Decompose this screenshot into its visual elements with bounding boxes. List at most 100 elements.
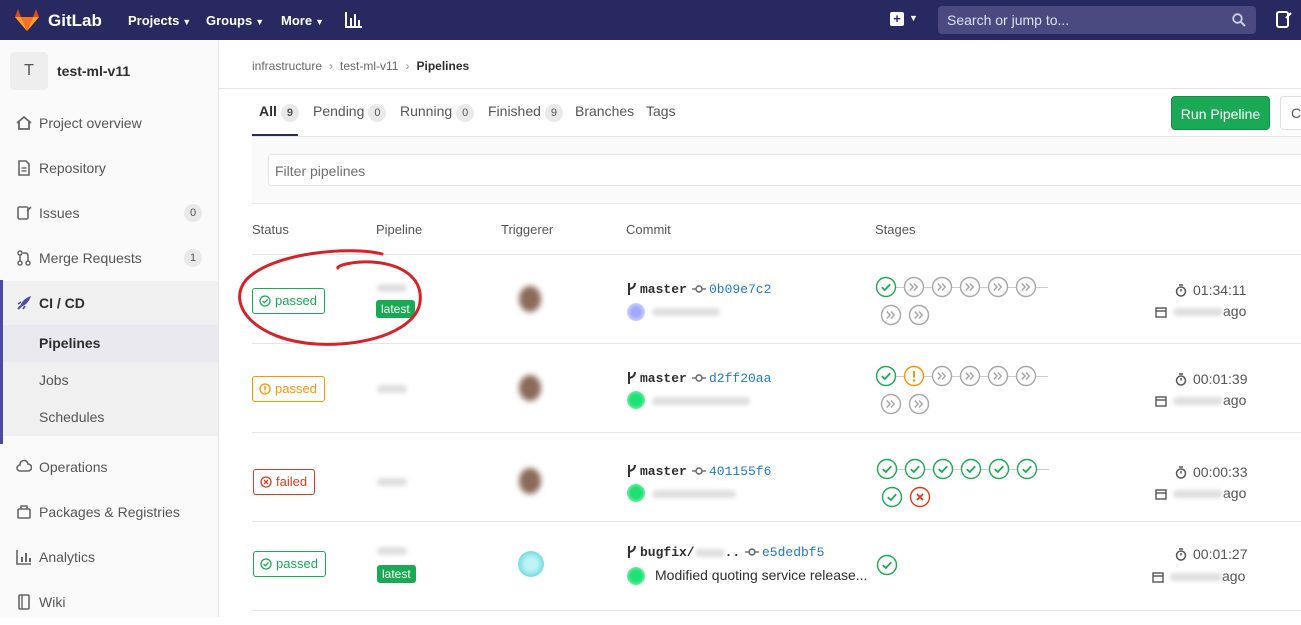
chevron-down-icon[interactable]: ▼ xyxy=(909,13,918,23)
stage-success-icon[interactable] xyxy=(1016,458,1038,480)
tab-count-badge: 0 xyxy=(456,104,475,122)
sidebar-subitem-pipelines[interactable]: Pipelines xyxy=(0,325,218,362)
stage-skipped-icon[interactable] xyxy=(908,304,930,326)
stage-success-icon[interactable] xyxy=(876,554,898,576)
sidebar-item-analytics[interactable]: Analytics xyxy=(0,535,218,580)
stage-skipped-icon[interactable] xyxy=(959,276,981,298)
breadcrumb-project[interactable]: test-ml-v11 xyxy=(340,59,398,73)
stage-success-icon[interactable] xyxy=(960,458,982,480)
commit-sha-link[interactable]: d2ff20aa xyxy=(709,371,771,386)
breadcrumb-group[interactable]: infrastructure xyxy=(252,59,322,73)
stage-skipped-icon[interactable] xyxy=(931,365,953,387)
stage-skipped-icon[interactable] xyxy=(987,276,1009,298)
stage-skipped-icon[interactable] xyxy=(908,393,930,415)
search-box[interactable] xyxy=(938,6,1256,34)
sidebar-item-wiki[interactable]: Wiki xyxy=(0,580,218,625)
stage-success-icon[interactable] xyxy=(875,365,897,387)
status-badge[interactable]: passed xyxy=(252,288,325,314)
project-avatar[interactable]: T xyxy=(10,52,48,90)
stage-success-icon[interactable] xyxy=(876,458,898,480)
project-name[interactable]: test-ml-v11 xyxy=(57,63,130,79)
nav-projects-dropdown[interactable]: Projects ▼ xyxy=(128,13,191,28)
finished-time-redacted xyxy=(1173,308,1223,317)
finished-ago-text: ago xyxy=(1223,303,1247,319)
sidebar-subitem-schedules[interactable]: Schedules xyxy=(0,399,218,436)
branch-icon xyxy=(628,545,636,558)
filter-pipelines-input[interactable] xyxy=(269,155,1301,187)
finished-ago-text: ago xyxy=(1223,485,1247,501)
commit-sha-link[interactable]: 401155f6 xyxy=(709,464,771,479)
tab-finished[interactable]: Finished 9 xyxy=(488,103,563,122)
sidebar-item-project-overview[interactable]: Project overview xyxy=(0,101,218,146)
gitlab-brand[interactable]: GitLab xyxy=(48,11,102,31)
tab-all[interactable]: All 9 xyxy=(259,103,299,122)
commit-title-link[interactable]: Modified quoting service release... xyxy=(655,567,867,583)
stage-skipped-icon[interactable] xyxy=(931,276,953,298)
status-badge[interactable]: passed xyxy=(253,551,326,577)
new-item-plus-icon[interactable]: + xyxy=(890,12,904,26)
sidebar-subitem-jobs[interactable]: Jobs xyxy=(0,362,218,399)
column-header-status: Status xyxy=(252,222,289,237)
commit-sha-link[interactable]: 0b09e7c2 xyxy=(709,282,771,297)
stage-failed-icon[interactable] xyxy=(909,486,931,508)
stage-skipped-icon[interactable] xyxy=(1015,365,1037,387)
clear-runner-caches-button[interactable]: Cl xyxy=(1280,96,1301,130)
triggerer-avatar[interactable] xyxy=(518,551,544,577)
triggerer-avatar[interactable] xyxy=(519,375,541,401)
sidebar-item-label: Packages & Registries xyxy=(39,504,180,520)
stage-skipped-icon[interactable] xyxy=(880,393,902,415)
divider xyxy=(252,432,1301,433)
sidebar-item-repository[interactable]: Repository xyxy=(0,146,218,191)
commit-author-avatar[interactable] xyxy=(627,484,645,502)
column-header-pipeline: Pipeline xyxy=(376,222,423,237)
sidebar-item-issues[interactable]: Issues 0 xyxy=(0,191,218,236)
nav-more-dropdown[interactable]: More ▼ xyxy=(281,13,324,28)
stage-skipped-icon[interactable] xyxy=(880,304,902,326)
stage-success-icon[interactable] xyxy=(875,276,897,298)
todos-icon[interactable] xyxy=(1276,11,1292,29)
timer-icon xyxy=(1175,548,1187,561)
stage-success-icon[interactable] xyxy=(904,458,926,480)
filter-box[interactable] xyxy=(268,154,1301,187)
nav-groups-dropdown[interactable]: Groups ▼ xyxy=(206,13,264,28)
sidebar-item-merge-requests[interactable]: Merge Requests 1 xyxy=(0,236,218,281)
stage-skipped-icon[interactable] xyxy=(1015,276,1037,298)
tab-tags[interactable]: Tags xyxy=(646,103,676,119)
stage-warning-icon[interactable] xyxy=(903,365,925,387)
commit-branch-link[interactable]: bugfix/.. xyxy=(640,545,740,560)
activity-chart-icon[interactable] xyxy=(345,12,362,28)
tab-pending[interactable]: Pending 0 xyxy=(313,103,387,122)
status-badge[interactable]: passed xyxy=(252,376,325,402)
status-text: passed xyxy=(275,381,317,396)
sidebar-project-header[interactable]: T test-ml-v11 xyxy=(10,52,210,90)
stage-success-icon[interactable] xyxy=(932,458,954,480)
tab-running[interactable]: Running 0 xyxy=(400,103,475,122)
stage-success-icon[interactable] xyxy=(881,486,903,508)
divider xyxy=(252,254,1301,255)
sidebar-item-operations[interactable]: Operations xyxy=(0,445,218,490)
timer-icon xyxy=(1175,373,1187,386)
run-pipeline-button[interactable]: Run Pipeline xyxy=(1171,96,1270,130)
commit-author-avatar[interactable] xyxy=(627,567,645,585)
breadcrumb-current[interactable]: Pipelines xyxy=(416,59,469,73)
stage-skipped-icon[interactable] xyxy=(903,276,925,298)
search-input[interactable] xyxy=(938,6,1227,34)
cloud-gear-icon xyxy=(16,459,32,472)
commit-sha-link[interactable]: e5dedbf5 xyxy=(762,545,824,560)
gitlab-logo-icon[interactable] xyxy=(14,8,40,32)
status-text: passed xyxy=(276,556,318,571)
sidebar-item-ci-cd[interactable]: CI / CD xyxy=(0,281,218,326)
sidebar-item-packages-registries[interactable]: Packages & Registries xyxy=(0,490,218,535)
stage-skipped-icon[interactable] xyxy=(987,365,1009,387)
stage-success-icon[interactable] xyxy=(988,458,1010,480)
status-badge[interactable]: failed xyxy=(253,469,316,495)
commit-author-avatar[interactable] xyxy=(627,391,645,409)
commit-branch-link[interactable]: master xyxy=(640,464,687,479)
triggerer-avatar[interactable] xyxy=(519,468,541,494)
commit-author-avatar[interactable] xyxy=(627,303,645,321)
commit-branch-link[interactable]: master xyxy=(640,371,687,386)
commit-branch-link[interactable]: master xyxy=(640,282,687,297)
tab-branches[interactable]: Branches xyxy=(575,103,634,119)
triggerer-avatar[interactable] xyxy=(519,286,541,312)
stage-skipped-icon[interactable] xyxy=(959,365,981,387)
